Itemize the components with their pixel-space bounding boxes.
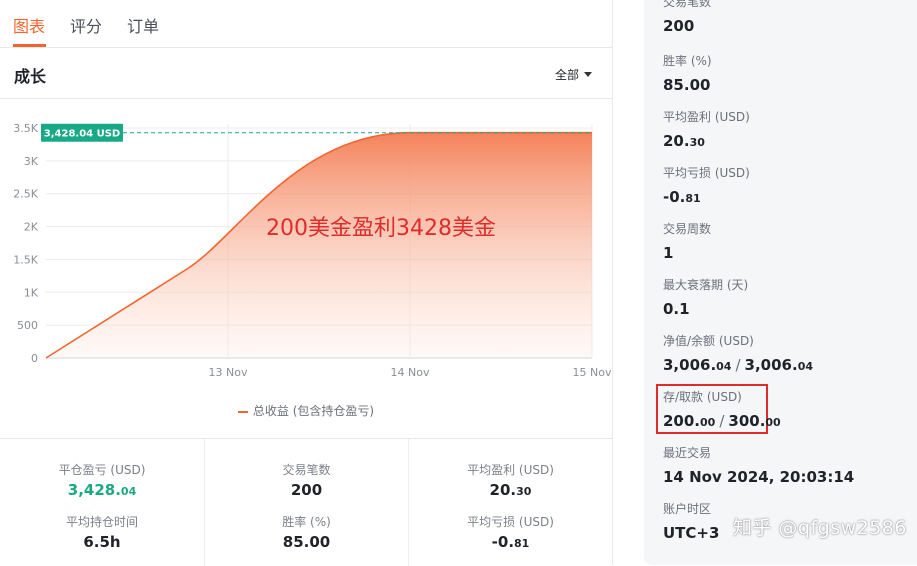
- field-value: 85.00: [663, 76, 711, 94]
- field-value: 20.30: [663, 132, 705, 150]
- stats-grid: 平仓盈亏 (USD) 3,428.04 平均持仓时间 6.5h 交易笔数 200…: [0, 438, 612, 566]
- stat-label-win-rate: 胜率 (%): [282, 515, 331, 529]
- legend-label: 总收益 (包含持仓盈亏): [252, 404, 375, 418]
- field-trades: 交易笔数 200: [663, 0, 711, 36]
- series-area: [46, 132, 592, 358]
- stat-value-trades: 200: [290, 481, 323, 499]
- field-value: 0.1: [663, 300, 690, 318]
- stat-value-avg-profit: 20.30: [489, 481, 532, 499]
- section-title: 成长: [14, 67, 47, 86]
- field-value: 3,006.04/3,006.04: [663, 356, 813, 374]
- stat-value-closed-pnl: 3,428.04: [67, 481, 137, 499]
- x-tick-label: 13 Nov: [209, 366, 248, 379]
- stats-column: 平仓盈亏 (USD) 3,428.04 平均持仓时间 6.5h: [0, 439, 204, 566]
- tab-rating[interactable]: 评分: [70, 13, 102, 37]
- field-label: 账户时区: [663, 502, 712, 516]
- stat-label-avg-profit: 平均盈利 (USD): [467, 463, 554, 477]
- y-tick-label: 1.5K: [13, 253, 38, 266]
- y-tick-label: 2K: [24, 221, 39, 234]
- stat-label-avg-holding-time: 平均持仓时间: [65, 515, 138, 529]
- field-label: 最大衰落期 (天): [663, 278, 749, 292]
- chart-annotation: 200美金盈利3428美金: [266, 216, 496, 241]
- field-label: 交易笔数: [663, 0, 712, 9]
- range-dropdown[interactable]: 全部: [555, 66, 592, 83]
- account-summary-panel: 交易笔数 200 胜率 (%) 85.00 平均盈利 (USD) 20.30 平…: [644, 0, 917, 565]
- tab-bar: 图表 评分 订单: [0, 0, 612, 48]
- stat-value-avg-loss: -0.81: [491, 533, 530, 551]
- field-label: 存/取款 (USD): [663, 390, 742, 404]
- field-win-rate: 胜率 (%) 85.00: [663, 53, 712, 95]
- stats-column: 平均盈利 (USD) 20.30 平均亏损 (USD) -0.81: [408, 439, 612, 566]
- field-label: 最近交易: [663, 446, 712, 460]
- field-max-drawdown-days: 最大衰落期 (天) 0.1: [663, 277, 748, 319]
- stat-value-win-rate: 85.00: [282, 533, 331, 551]
- field-equity-balance: 净值/余额 (USD) 3,006.04/3,006.04: [663, 333, 813, 377]
- field-label: 平均亏损 (USD): [663, 166, 750, 180]
- y-tick-label: 500: [17, 319, 38, 332]
- stat-label-closed-pnl: 平仓盈亏 (USD): [58, 463, 146, 477]
- stats-column: 交易笔数 200 胜率 (%) 85.00: [204, 439, 408, 566]
- field-value: 200.00/300.00: [663, 412, 781, 430]
- field-avg-loss: 平均亏损 (USD) -0.81: [663, 165, 750, 209]
- tab-chart[interactable]: 图表: [13, 13, 45, 37]
- stat-value-avg-holding-time: 6.5h: [83, 533, 121, 551]
- range-dropdown-label: 全部: [554, 68, 579, 82]
- active-tab-indicator: [13, 44, 46, 47]
- watermark: 知乎 @qfgsw2586: [732, 517, 907, 539]
- stat-label-trades: 交易笔数: [282, 463, 331, 477]
- field-label: 胜率 (%): [663, 54, 712, 68]
- caret-down-icon: [584, 72, 592, 77]
- field-label: 平均盈利 (USD): [663, 110, 750, 124]
- x-tick-label: 15 Nov: [573, 366, 612, 379]
- chart-legend[interactable]: 总收益 (包含持仓盈亏): [0, 402, 612, 419]
- y-tick-label: 3K: [24, 155, 39, 168]
- field-account-timezone: 账户时区 UTC+3: [663, 501, 719, 543]
- left-panel: 图表 评分 订单 成长 全部 0 500 1K 1.5K 2K 2.5K 3K 3.5K 13 …: [0, 0, 613, 566]
- x-tick-label: 14 Nov: [391, 366, 430, 379]
- field-value: 1: [663, 244, 674, 262]
- y-tick-label: 1K: [24, 286, 39, 299]
- growth-chart: 0 500 1K 1.5K 2K 2.5K 3K 3.5K 13 Nov 14 Nov 15 Nov…: [0, 100, 612, 390]
- field-value: UTC+3: [663, 524, 720, 542]
- field-label: 交易周数: [663, 222, 712, 236]
- growth-chart-svg: 0 500 1K 1.5K 2K 2.5K 3K 3.5K 13 Nov 14 Nov 15 Nov…: [13, 122, 612, 379]
- y-tick-label: 2.5K: [13, 188, 38, 201]
- field-value: 200: [663, 17, 695, 35]
- field-last-trade: 最近交易 14 Nov 2024, 20:03:14: [663, 445, 854, 487]
- section-header: 成长 全部: [0, 48, 612, 99]
- field-value: -0.81: [663, 188, 701, 206]
- max-value-label: 3,428.04 USD: [44, 129, 120, 140]
- field-avg-profit: 平均盈利 (USD) 20.30: [663, 109, 750, 153]
- y-tick-label: 3.5K: [13, 122, 38, 135]
- tab-orders[interactable]: 订单: [127, 13, 159, 37]
- stat-label-avg-loss: 平均亏损 (USD): [467, 515, 554, 529]
- field-value: 14 Nov 2024, 20:03:14: [663, 468, 855, 486]
- field-deposit-withdrawal: 存/取款 (USD) 200.00/300.00: [663, 389, 781, 433]
- y-tick-label: 0: [31, 352, 38, 365]
- legend-swatch: [237, 410, 248, 413]
- field-label: 净值/余额 (USD): [663, 334, 754, 348]
- field-trading-weeks: 交易周数 1: [663, 221, 711, 263]
